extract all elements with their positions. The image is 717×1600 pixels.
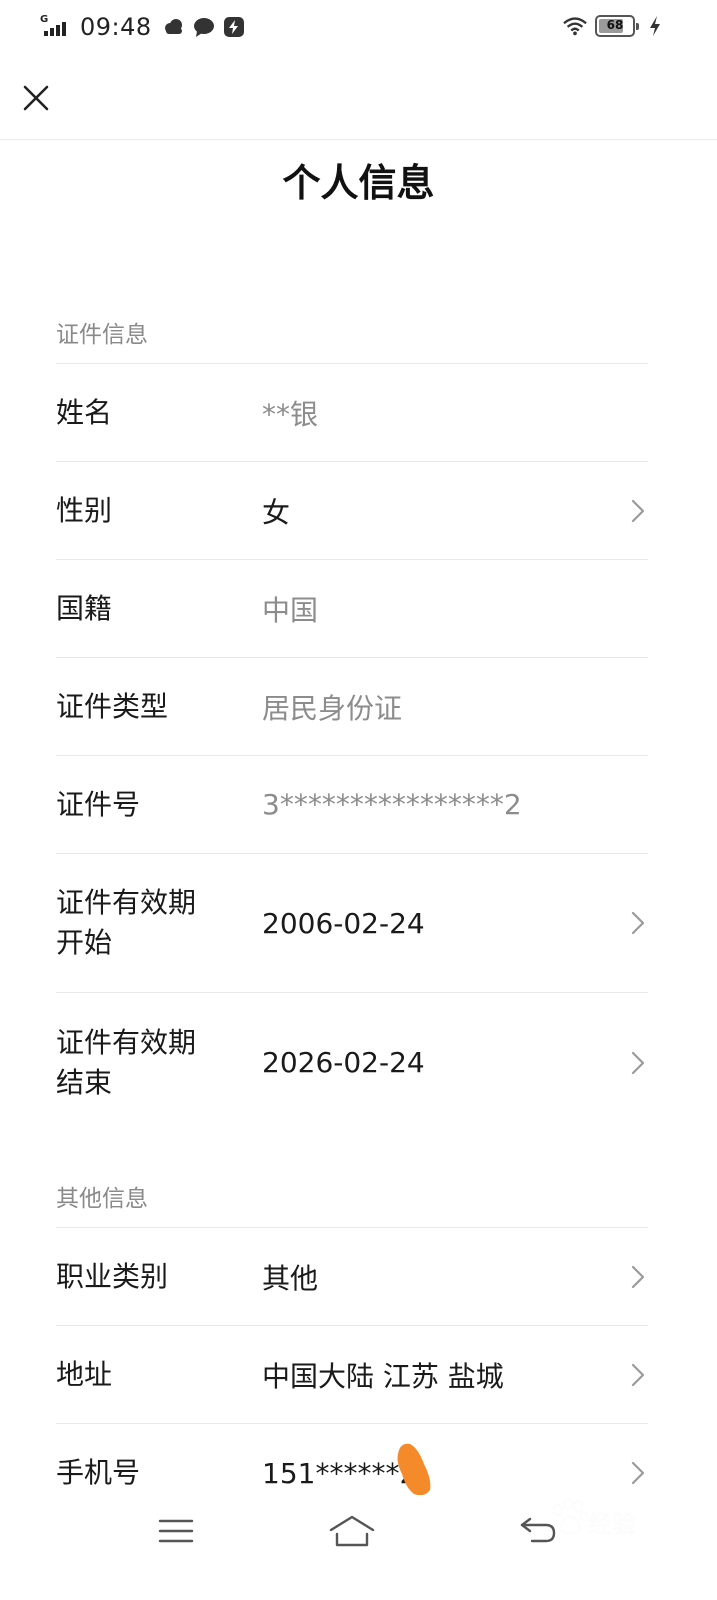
row-label: 姓名 <box>56 395 113 429</box>
row-address[interactable]: 地址 中国大陆 江苏 盐城 <box>56 1326 648 1424</box>
row-gender[interactable]: 性别 女 <box>56 462 648 560</box>
row-id-valid-end[interactable]: 证件有效期 结束 2026-02-24 <box>56 993 648 1132</box>
row-label: 国籍 <box>56 591 113 625</box>
row-nationality: 国籍 中国 <box>56 560 648 658</box>
row-label: 证件有效期 开始 <box>56 886 197 959</box>
status-bar: G 09:48 68 <box>0 0 717 56</box>
row-label: 手机号 <box>56 1456 141 1489</box>
occupation-value: 其他 <box>262 1261 319 1295</box>
row-id-type: 证件类型 居民身份证 <box>56 658 648 756</box>
weather-icon <box>162 15 186 39</box>
network-type: G <box>40 14 49 25</box>
row-label: 证件号 <box>56 787 141 821</box>
back-icon <box>520 1517 556 1543</box>
redaction-mark <box>397 1443 431 1496</box>
clock: 09:48 <box>80 13 152 41</box>
section-label-id-info: 证件信息 <box>56 300 648 364</box>
name-value: **银 <box>262 397 319 431</box>
row-occupation[interactable]: 职业类别 其他 <box>56 1228 648 1326</box>
row-label: 证件有效期 结束 <box>56 1025 197 1099</box>
message-icon <box>192 15 216 39</box>
chevron-right-icon <box>628 1459 648 1487</box>
id-valid-start-value: 2006-02-24 <box>262 906 425 940</box>
id-number-value: 3****************2 <box>262 788 522 821</box>
home-button[interactable] <box>322 1501 382 1561</box>
section-label-other-info: 其他信息 <box>56 1164 648 1228</box>
menu-icon <box>158 1519 194 1543</box>
system-nav-bar <box>0 1495 717 1565</box>
close-icon <box>23 85 49 111</box>
row-name: 姓名 **银 <box>56 364 648 462</box>
app-notification-icon <box>222 15 246 39</box>
address-value: 中国大陆 江苏 盐城 <box>262 1359 504 1393</box>
home-icon <box>329 1515 375 1547</box>
info-list: 证件信息 姓名 **银 性别 女 国籍 中国 证件类型 居民身份证 证件号 3*… <box>56 300 648 1522</box>
gender-value: 女 <box>262 495 291 529</box>
chevron-right-icon <box>628 1049 648 1077</box>
id-valid-end-value: 2026-02-24 <box>262 1046 425 1079</box>
chevron-right-icon <box>628 1263 648 1291</box>
row-id-number: 证件号 3****************2 <box>56 756 648 854</box>
menu-button[interactable] <box>146 1501 206 1561</box>
row-label: 证件类型 <box>56 689 169 723</box>
row-label: 性别 <box>56 493 113 527</box>
page-title: 个人信息 <box>282 161 435 205</box>
battery-level: 68 <box>606 18 624 32</box>
chevron-right-icon <box>628 909 648 937</box>
status-left: G 09:48 <box>40 12 246 42</box>
status-right: 68 <box>563 14 667 38</box>
wifi-icon <box>563 14 587 38</box>
battery-icon: 68 <box>595 15 639 37</box>
row-id-valid-start[interactable]: 证件有效期 开始 2006-02-24 <box>56 854 648 993</box>
row-label: 地址 <box>56 1357 113 1391</box>
top-bar <box>0 56 717 140</box>
nationality-value: 中国 <box>262 593 319 627</box>
chevron-right-icon <box>628 1361 648 1389</box>
close-button[interactable] <box>14 76 58 120</box>
charging-icon <box>643 14 667 38</box>
id-type-value: 居民身份证 <box>262 691 403 725</box>
signal-icon: G <box>40 14 72 38</box>
back-button[interactable] <box>508 1501 568 1561</box>
row-label: 职业类别 <box>56 1259 169 1293</box>
chevron-right-icon <box>628 497 648 525</box>
